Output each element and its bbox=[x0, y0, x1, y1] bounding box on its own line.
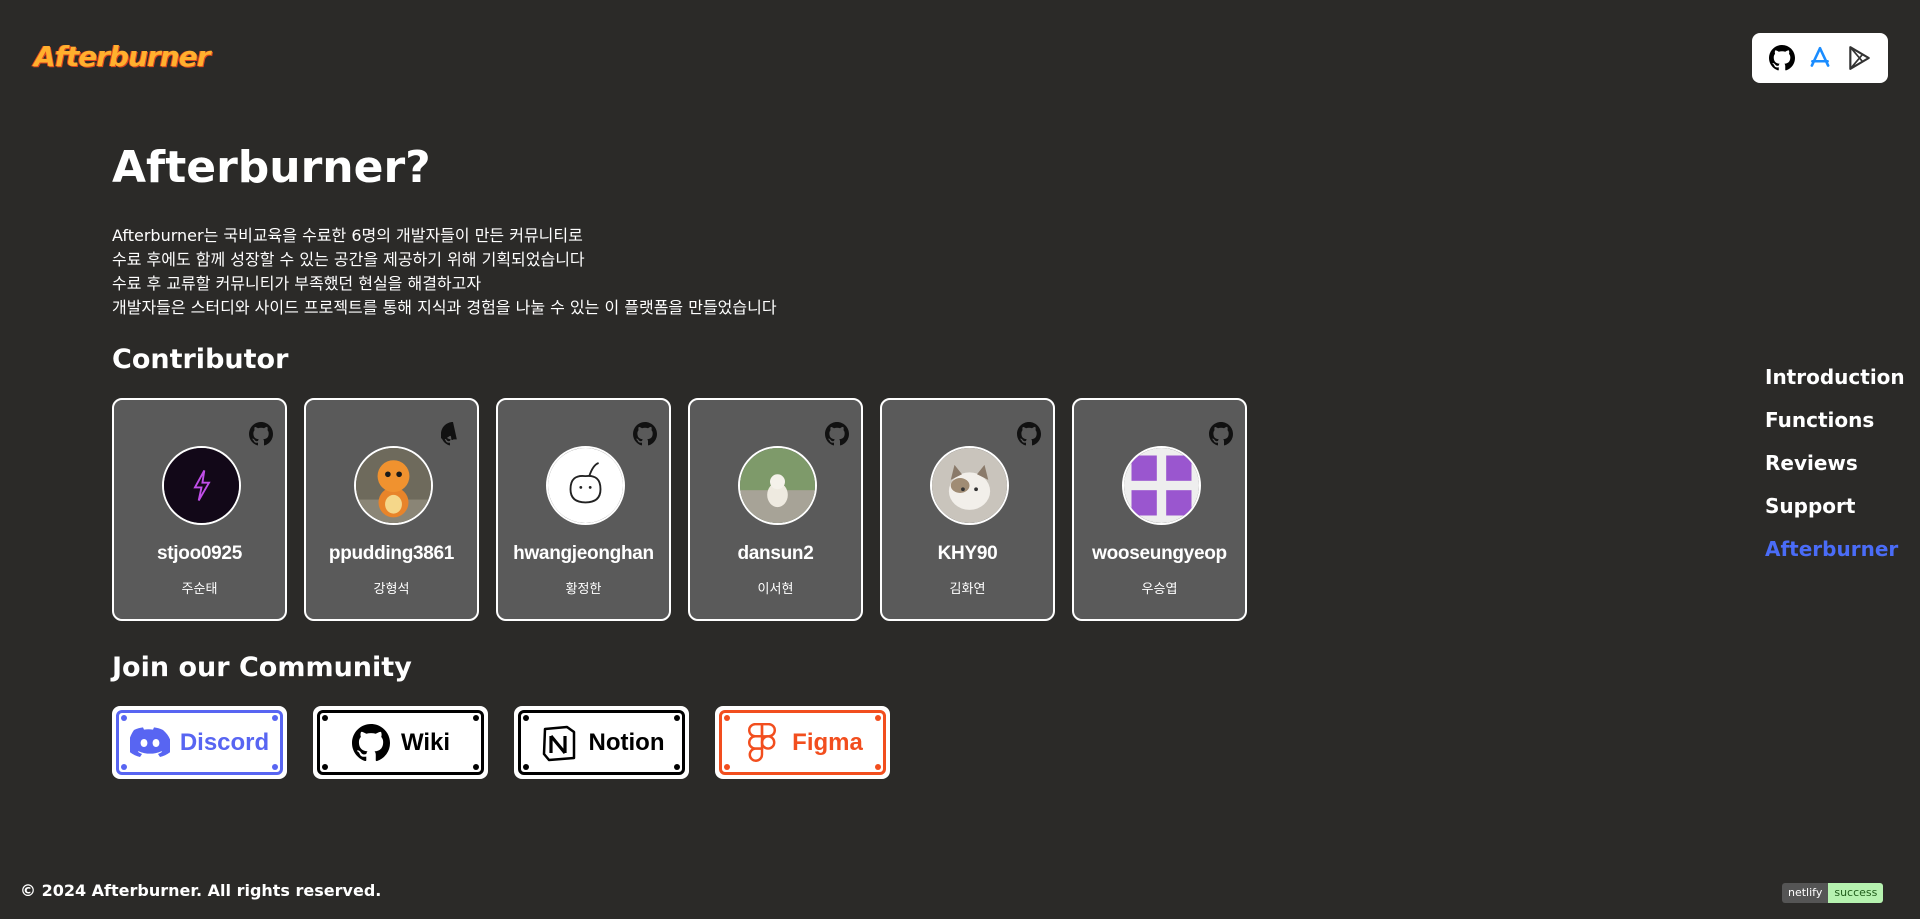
nav-item-introduction[interactable]: Introduction bbox=[1765, 356, 1905, 399]
github-icon bbox=[1768, 45, 1795, 71]
github-icon[interactable] bbox=[1017, 422, 1041, 446]
nav-item-support[interactable]: Support bbox=[1765, 485, 1905, 528]
notion-button[interactable]: Notion bbox=[514, 706, 689, 779]
github-icon[interactable] bbox=[633, 422, 657, 446]
github-link-button[interactable] bbox=[1767, 43, 1797, 73]
figma-label: Figma bbox=[792, 728, 863, 756]
google-play-icon bbox=[1848, 46, 1870, 70]
contributor-card[interactable]: stjoo0925 주순태 bbox=[112, 398, 287, 621]
side-nav: Introduction Functions Reviews Support A… bbox=[1765, 356, 1905, 571]
contributor-card[interactable]: dansun2 이서현 bbox=[688, 398, 863, 621]
contributor-card[interactable]: ppudding3861 강형석 bbox=[304, 398, 479, 621]
discord-button[interactable]: Discord bbox=[112, 706, 287, 779]
app-store-link-button[interactable] bbox=[1805, 43, 1835, 73]
contributor-heading: Contributor bbox=[112, 344, 289, 375]
nav-item-functions[interactable]: Functions bbox=[1765, 399, 1905, 442]
wiki-label: Wiki bbox=[400, 728, 451, 756]
notion-icon bbox=[539, 723, 579, 763]
intro-section: Afterburner? Afterburner는 국비교육을 수료한 6명의 … bbox=[112, 140, 1312, 320]
badge-status: success bbox=[1828, 883, 1884, 903]
intro-line: 수료 후에도 함께 성장할 수 있는 공간을 제공하기 위해 기획되었습니다 bbox=[112, 250, 585, 269]
intro-line: Afterburner는 국비교육을 수료한 6명의 개발자들이 만든 커뮤니티… bbox=[112, 226, 583, 245]
notion-label: Notion bbox=[588, 728, 665, 756]
intro-line: 개발자들은 스터디와 사이드 프로젝트를 통해 지식과 경험을 나눌 수 있는 … bbox=[112, 298, 777, 317]
footer-copyright: © 2024 Afterburner. All rights reserved. bbox=[20, 881, 382, 900]
contributor-card[interactable]: KHY90 김화연 bbox=[880, 398, 1055, 621]
contributor-username: KHY90 bbox=[937, 543, 998, 564]
contributor-name: 김화연 bbox=[949, 582, 986, 597]
store-links-bar bbox=[1752, 33, 1888, 83]
site-logo[interactable]: Afterburner bbox=[34, 40, 211, 73]
google-play-link-button[interactable] bbox=[1844, 43, 1874, 73]
contributor-username: hwangjeonghan bbox=[513, 543, 654, 564]
contributor-username: dansun2 bbox=[737, 543, 814, 564]
github-icon bbox=[351, 723, 391, 763]
nav-item-reviews[interactable]: Reviews bbox=[1765, 442, 1905, 485]
contributor-name: 황정한 bbox=[565, 582, 602, 597]
contributor-list: stjoo0925 주순태 ppudding3861 강형석 hwangjeon… bbox=[112, 398, 1247, 621]
community-links: Discord Wiki Notion Figma bbox=[112, 706, 916, 779]
discord-label: Discord bbox=[179, 728, 270, 756]
github-icon[interactable] bbox=[249, 422, 273, 446]
contributor-username: ppudding3861 bbox=[328, 543, 455, 564]
deploy-status-badge[interactable]: netlify success bbox=[1782, 883, 1884, 903]
figma-icon bbox=[742, 722, 782, 763]
discord-icon bbox=[129, 723, 170, 763]
nav-item-afterburner[interactable]: Afterburner bbox=[1765, 528, 1905, 571]
contributor-name: 우승엽 bbox=[1141, 582, 1178, 597]
wiki-button[interactable]: Wiki bbox=[313, 706, 488, 779]
contributor-card[interactable]: hwangjeonghan 황정한 bbox=[496, 398, 671, 621]
badge-label: netlify bbox=[1782, 883, 1829, 903]
github-icon[interactable] bbox=[825, 422, 849, 446]
contributor-card[interactable]: wooseungyeop 우승엽 bbox=[1072, 398, 1247, 621]
avatar bbox=[738, 446, 817, 525]
contributor-name: 강형석 bbox=[373, 582, 410, 597]
contributor-username: wooseungyeop bbox=[1092, 543, 1227, 564]
contributor-username: stjoo0925 bbox=[157, 543, 242, 564]
avatar bbox=[1122, 446, 1201, 525]
avatar bbox=[162, 446, 241, 525]
figma-button[interactable]: Figma bbox=[715, 706, 890, 779]
contributor-name: 이서현 bbox=[757, 582, 794, 597]
avatar bbox=[546, 446, 625, 525]
avatar bbox=[354, 446, 433, 525]
community-heading: Join our Community bbox=[112, 652, 412, 683]
github-icon[interactable] bbox=[1209, 422, 1233, 446]
avatar bbox=[930, 446, 1009, 525]
github-icon[interactable] bbox=[441, 422, 465, 446]
contributor-name: 주순태 bbox=[181, 582, 218, 597]
intro-text: Afterburner는 국비교육을 수료한 6명의 개발자들이 만든 커뮤니티… bbox=[112, 224, 1312, 320]
intro-line: 수료 후 교류할 커뮤니티가 부족했던 현실을 해결하고자 bbox=[112, 274, 482, 293]
page-title: Afterburner? bbox=[112, 142, 431, 193]
app-store-icon bbox=[1810, 46, 1830, 67]
